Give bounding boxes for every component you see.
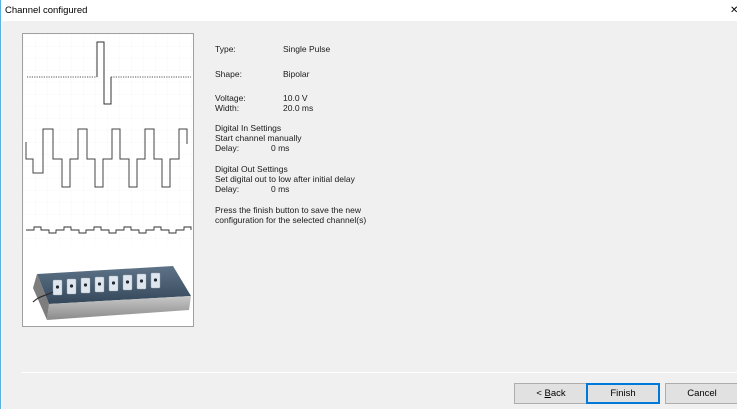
instruction-line-2: configuration for the selected channel(s… bbox=[215, 215, 367, 225]
width-row: Width: 20.0 ms bbox=[215, 103, 475, 113]
digital-out-delay-row: Delay: 0 ms bbox=[215, 184, 475, 194]
digital-out-delay-value: 0 ms bbox=[271, 184, 290, 194]
type-row: Type: Single Pulse bbox=[215, 44, 475, 54]
finish-button[interactable]: Finish bbox=[586, 383, 660, 404]
title-bar: Channel configured ✕ bbox=[1, 0, 737, 21]
digital-out-heading: Digital Out Settings bbox=[215, 164, 288, 174]
configuration-summary: Type: Single Pulse Shape: Bipolar Voltag… bbox=[215, 44, 475, 225]
width-label: Width: bbox=[215, 103, 240, 113]
close-icon[interactable]: ✕ bbox=[730, 0, 737, 21]
digital-in-heading: Digital In Settings bbox=[215, 123, 282, 133]
cancel-button[interactable]: Cancel bbox=[665, 383, 737, 404]
waveform-preview-panel bbox=[22, 33, 195, 327]
digital-in-delay-row: Delay: 0 ms bbox=[215, 143, 475, 153]
width-value: 20.0 ms bbox=[283, 103, 314, 113]
type-value: Single Pulse bbox=[283, 44, 331, 54]
stimulator-device-icon bbox=[32, 266, 191, 320]
pulse-waveform-icon bbox=[23, 34, 195, 320]
footer-separator bbox=[22, 372, 737, 373]
digital-in-delay-value: 0 ms bbox=[271, 143, 290, 153]
digital-out-delay-label: Delay: bbox=[215, 184, 240, 194]
type-label: Type: bbox=[215, 44, 236, 54]
digital-out-mode: Set digital out to low after initial del… bbox=[215, 174, 355, 184]
shape-value: Bipolar bbox=[283, 69, 310, 79]
back-button-prefix: < bbox=[536, 388, 545, 399]
dialog-content: Type: Single Pulse Shape: Bipolar Voltag… bbox=[2, 21, 737, 409]
instruction-line-1: Press the finish button to save the new bbox=[215, 205, 362, 215]
shape-label: Shape: bbox=[215, 69, 242, 79]
voltage-label: Voltage: bbox=[215, 93, 246, 103]
voltage-value: 10.0 V bbox=[283, 93, 308, 103]
voltage-row: Voltage: 10.0 V bbox=[215, 93, 475, 103]
shape-row: Shape: Bipolar bbox=[215, 69, 475, 79]
dialog-window: Channel configured ✕ Type: Single Pulse … bbox=[0, 0, 737, 409]
digital-in-mode: Start channel manually bbox=[215, 133, 302, 143]
window-title: Channel configured bbox=[5, 5, 88, 16]
digital-in-delay-label: Delay: bbox=[215, 143, 240, 153]
back-button-label: ack bbox=[550, 388, 566, 399]
back-button[interactable]: < Back bbox=[514, 383, 588, 404]
